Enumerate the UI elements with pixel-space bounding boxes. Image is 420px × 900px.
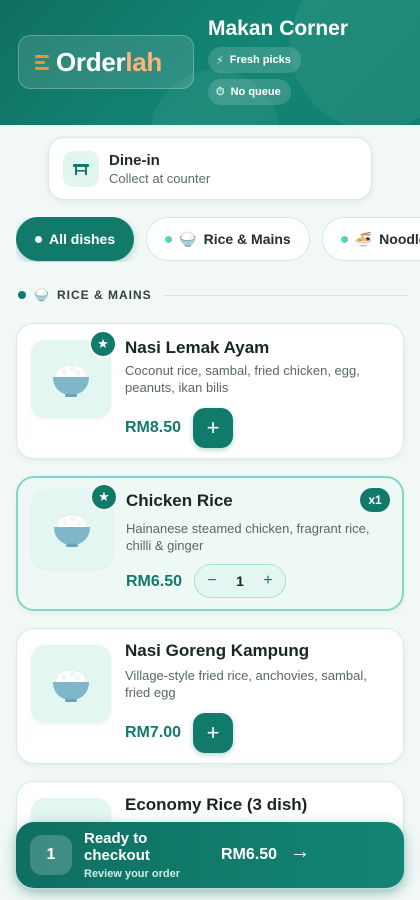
dot-icon <box>165 235 173 243</box>
bolt-icon: ⚡ <box>216 54 224 67</box>
category-tabs: All dishes 🍚 Rice & Mains 🍜 Noodles <box>16 217 420 262</box>
fresh-picks-pill: ⚡ Fresh picks <box>208 47 301 73</box>
store-name: Makan Corner <box>208 17 349 40</box>
plus-button[interactable]: + <box>259 572 277 590</box>
tab-label: Noodles <box>379 231 420 247</box>
dish-card[interactable]: ★ Nasi Lemak Ayam Coconut rice, sambal, … <box>16 323 404 459</box>
logo-speed-icon <box>35 52 53 72</box>
section-header: 🍚 RICE & MAINS <box>18 286 408 304</box>
dish-name: Nasi Goreng Kampung <box>125 641 310 660</box>
arrow-right-icon: → <box>290 841 310 863</box>
checkout-title: Ready to checkout <box>84 830 150 864</box>
dish-description: Village-style fried rice, anchovies, sam… <box>125 668 367 700</box>
app-header: Orderlah Makan Corner ⚡ Fresh picks ⏱ No… <box>0 0 420 125</box>
pill-label: No queue <box>230 86 281 98</box>
pill-label: Fresh picks <box>229 54 291 66</box>
order-mode-card[interactable]: Dine-in Collect at counter <box>48 137 372 200</box>
plus-icon: + <box>206 415 220 440</box>
tab-noodles[interactable]: 🍜 Noodles <box>321 217 420 261</box>
tab-label: All dishes <box>49 231 116 247</box>
dish-image <box>31 645 111 723</box>
checkout-subtitle: Review your order <box>84 868 180 880</box>
featured-star-icon: ★ <box>90 483 118 511</box>
cart-count: 1 <box>30 835 72 875</box>
logo-text: Orderlah <box>56 46 162 77</box>
dish-name: Nasi Lemak Ayam <box>125 338 270 357</box>
section-title: RICE & MAINS <box>56 288 152 302</box>
add-to-cart-button[interactable]: + <box>193 713 233 753</box>
divider <box>163 294 408 296</box>
rice-bowl-icon: 🍚 <box>179 230 197 247</box>
plus-icon: + <box>206 720 220 745</box>
quantity-badge: x1 <box>360 488 390 512</box>
brand-logo[interactable]: Orderlah <box>18 35 194 89</box>
dish-card[interactable]: Nasi Goreng Kampung Village-style fried … <box>16 628 404 764</box>
tab-label: Rice & Mains <box>203 231 291 247</box>
rice-bowl-icon: 🍚 <box>34 288 49 302</box>
quantity-stepper: − 1 + <box>194 564 286 598</box>
add-to-cart-button[interactable]: + <box>193 408 233 448</box>
order-mode-title: Dine-in <box>109 151 160 169</box>
minus-button[interactable]: − <box>203 572 221 590</box>
dish-name: Chicken Rice <box>126 491 233 510</box>
order-mode-subtitle: Collect at counter <box>109 170 211 186</box>
checkout-total: RM6.50 <box>221 846 278 863</box>
rice-bowl-icon <box>53 364 89 397</box>
dish-description: Coconut rice, sambal, fried chicken, egg… <box>125 363 360 395</box>
timer-icon: ⏱ <box>216 85 225 98</box>
checkout-bar[interactable]: 1 Ready to checkout Review your order RM… <box>16 822 404 888</box>
dish-card-selected[interactable]: ★ Chicken Rice x1 Hainanese steamed chic… <box>16 476 404 611</box>
rice-bowl-icon <box>53 669 89 702</box>
dish-price: RM7.00 <box>125 724 182 741</box>
noodle-bowl-icon: 🍜 <box>354 230 373 247</box>
quantity-value: 1 <box>236 573 244 589</box>
dot-icon <box>18 291 26 299</box>
dish-price: RM8.50 <box>125 419 182 436</box>
dot-icon <box>35 235 42 243</box>
table-icon <box>63 150 99 187</box>
rice-bowl-icon <box>54 514 90 547</box>
tab-rice-mains[interactable]: 🍚 Rice & Mains <box>146 217 310 261</box>
no-queue-pill: ⏱ No queue <box>208 79 291 105</box>
featured-star-icon: ★ <box>89 330 117 358</box>
dish-name: Economy Rice (3 dish) <box>125 795 308 814</box>
dish-description: Hainanese steamed chicken, fragrant rice… <box>126 521 370 553</box>
dot-icon <box>340 235 348 243</box>
tab-all-dishes[interactable]: All dishes <box>16 217 135 261</box>
dish-price: RM6.50 <box>126 573 183 590</box>
